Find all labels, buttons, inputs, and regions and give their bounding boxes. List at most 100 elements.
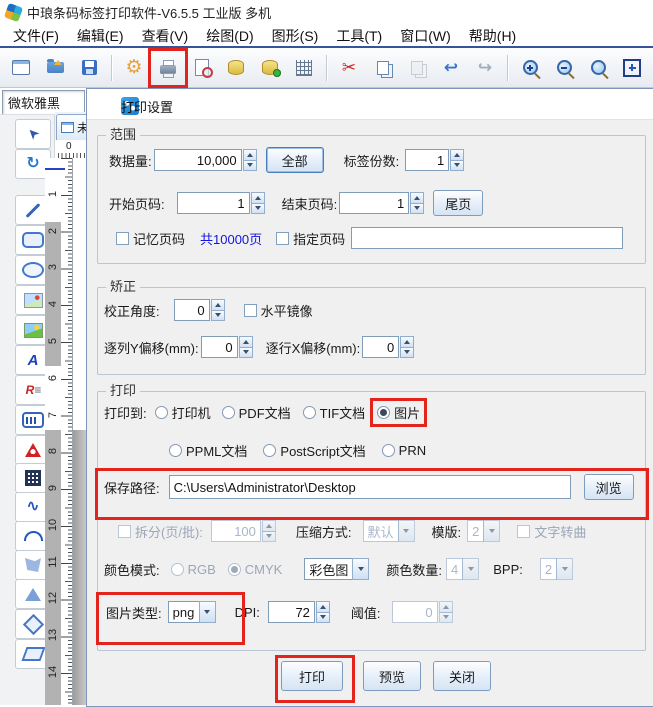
y-offset-input[interactable] <box>200 336 238 358</box>
menu-tools[interactable]: 工具(T) <box>327 26 391 46</box>
new-doc-glyph <box>12 60 30 75</box>
text-to-curve-label: 文字转曲 <box>534 524 587 540</box>
database-check-glyph <box>262 60 281 77</box>
zoom-icon[interactable] <box>584 54 612 82</box>
remember-page-label: 记忆页码 <box>133 231 186 247</box>
image-type-row: 图片类型: png DPI: 阈值: <box>106 599 453 625</box>
open-file-icon[interactable] <box>41 54 69 82</box>
dpi-input[interactable] <box>267 601 315 623</box>
save-path-input[interactable] <box>168 475 571 499</box>
radio-cmyk <box>227 562 241 576</box>
settings-icon[interactable]: ⚙ <box>120 54 148 82</box>
specify-page-input[interactable] <box>351 227 624 249</box>
color-style-value: 彩色图 <box>304 558 354 580</box>
grid-icon[interactable] <box>290 54 318 82</box>
image-icon <box>23 292 43 308</box>
save-icon[interactable] <box>75 54 103 82</box>
split-checkbox <box>118 524 131 538</box>
bpp-label: BPP: <box>493 561 523 577</box>
dialog-titlebar[interactable]: 打印设置 <box>87 89 653 120</box>
radio-tif[interactable] <box>302 405 316 419</box>
label-copies-label: 标签份数: <box>343 153 400 169</box>
menu-window[interactable]: 窗口(W) <box>391 26 460 46</box>
ruler-position-marker <box>45 168 65 170</box>
barcode-icon <box>22 412 44 428</box>
browse-button[interactable]: 浏览 <box>583 474 634 500</box>
radio-image[interactable] <box>377 405 391 419</box>
radio-pdf[interactable] <box>221 405 235 419</box>
print-button[interactable]: 打印 <box>281 661 343 691</box>
color-style-dropdown[interactable]: 彩色图 <box>304 558 370 580</box>
menu-draw[interactable]: 绘图(D) <box>197 26 262 46</box>
radio-cmyk-label: CMYK <box>244 561 283 577</box>
cursor-icon: ➤ <box>23 124 43 144</box>
cut-icon[interactable]: ✂ <box>335 54 363 82</box>
zoom-in-icon[interactable] <box>516 54 544 82</box>
rich-text-icon: R≡ <box>25 383 42 397</box>
image-type-dropdown[interactable]: png <box>167 601 216 623</box>
range-group-title: 范围 <box>106 127 141 143</box>
ruler-number: 13 <box>47 628 59 642</box>
menu-help[interactable]: 帮助(H) <box>460 26 525 46</box>
spin-down[interactable] <box>450 159 465 171</box>
data-volume-input[interactable] <box>153 149 242 171</box>
template-value: 2 <box>467 520 485 542</box>
last-page-button[interactable]: 尾页 <box>433 190 484 216</box>
radio-prn-label: PRN <box>398 442 427 458</box>
parallelogram-icon <box>20 647 46 661</box>
ruler-number: 12 <box>47 591 59 605</box>
end-page-input[interactable] <box>339 192 410 214</box>
print-preview-icon[interactable] <box>188 54 216 82</box>
remember-page-checkbox[interactable] <box>116 231 129 245</box>
new-document-icon[interactable] <box>7 54 35 82</box>
close-button[interactable]: 关闭 <box>433 661 491 691</box>
all-button[interactable]: 全部 <box>265 147 324 173</box>
menu-edit[interactable]: 编辑(E) <box>68 26 133 46</box>
start-page-input[interactable] <box>176 192 250 214</box>
database-check-icon[interactable] <box>256 54 284 82</box>
dropdown-arrow-icon[interactable] <box>352 558 370 580</box>
menu-view[interactable]: 查看(V) <box>133 26 198 46</box>
radio-ppml[interactable] <box>169 443 182 457</box>
redo-icon: ↪ <box>471 54 499 82</box>
bpp-dropdown: 2 <box>539 558 574 580</box>
ruler-number: 7 <box>47 411 59 419</box>
label-copies-input[interactable] <box>405 149 450 171</box>
ruler-number: 8 <box>47 447 59 455</box>
radio-printer[interactable] <box>154 405 168 419</box>
vertical-ruler-ticks <box>61 158 72 705</box>
menu-file[interactable]: 文件(F) <box>4 26 68 46</box>
angle-label: 校正角度: <box>104 303 160 319</box>
print-icon[interactable] <box>148 47 188 88</box>
radio-postscript-label: PostScript文档 <box>280 443 366 459</box>
spin-down[interactable] <box>400 346 415 358</box>
angle-input[interactable] <box>173 299 210 321</box>
spin-down[interactable] <box>250 202 265 214</box>
x-offset-input[interactable] <box>362 336 400 358</box>
document-tab[interactable]: 未命名 <box>56 114 86 140</box>
spin-down[interactable] <box>238 346 253 358</box>
radio-postscript[interactable] <box>263 443 277 457</box>
print-target-row-2: PPML文档 PostScript文档 PRN <box>169 441 426 459</box>
fit-page-icon[interactable] <box>618 54 646 82</box>
spin-down[interactable] <box>410 202 425 214</box>
preview-button[interactable]: 预览 <box>363 661 421 691</box>
radio-prn[interactable] <box>381 443 395 457</box>
rotate-icon: ↻ <box>26 155 40 172</box>
spin-down[interactable] <box>210 309 225 321</box>
diamond-icon <box>22 613 44 635</box>
copy-icon[interactable] <box>369 54 397 82</box>
spin-down[interactable] <box>242 159 257 171</box>
correction-group-title: 矫正 <box>106 279 141 295</box>
database-icon[interactable] <box>222 54 250 82</box>
dropdown-arrow-icon[interactable] <box>198 601 216 623</box>
undo-icon[interactable]: ↩ <box>437 54 465 82</box>
specify-page-label: 指定页码 <box>293 231 346 247</box>
image-target-wrap: 图片 <box>370 397 428 427</box>
zoom-out-icon[interactable] <box>550 54 578 82</box>
menu-shape[interactable]: 图形(S) <box>263 26 328 46</box>
specify-page-checkbox[interactable] <box>276 231 290 245</box>
mirror-checkbox[interactable] <box>243 303 257 317</box>
spin-down[interactable] <box>315 611 330 623</box>
tool-select[interactable]: ➤ <box>15 119 51 149</box>
